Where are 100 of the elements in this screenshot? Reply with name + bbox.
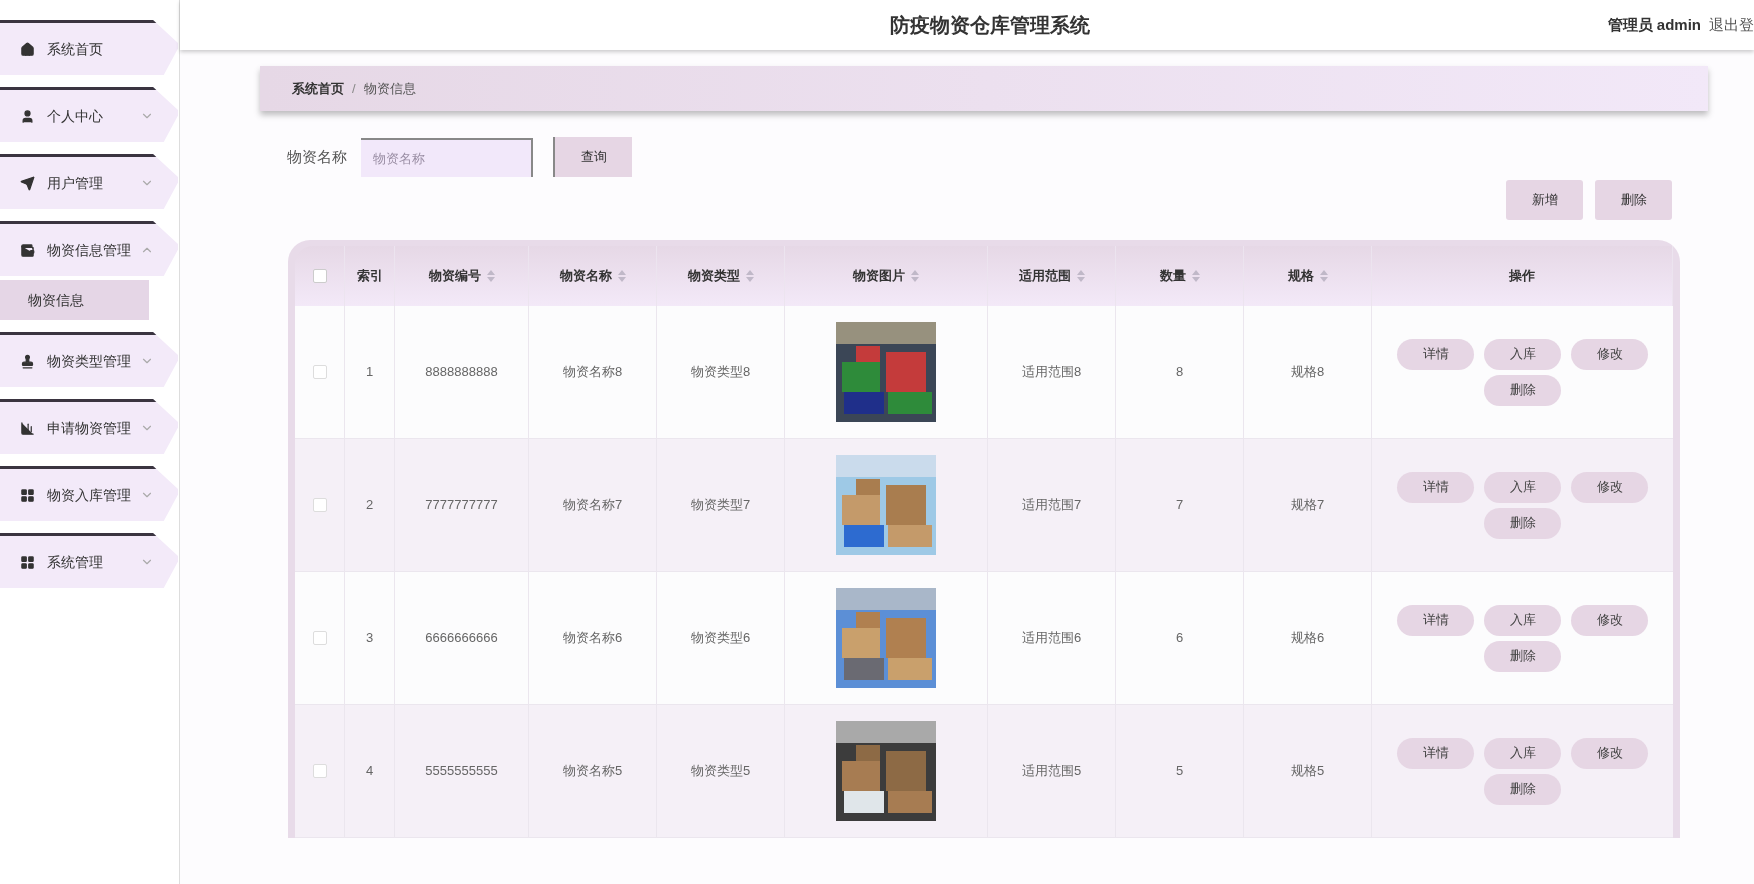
table-cell-text: 8 <box>1175 363 1184 382</box>
sidebar-item[interactable]: 系统管理 <box>0 533 178 588</box>
sidebar-item[interactable]: 个人中心 <box>0 87 178 142</box>
table-cell-text: 7777777777 <box>425 496 498 515</box>
table-cell-text: 规格5 <box>1290 762 1325 781</box>
column-header[interactable]: 物资类型 <box>687 266 754 286</box>
column-header: 索引 <box>356 267 383 286</box>
breadcrumb-item[interactable]: 物资信息 <box>363 78 416 99</box>
detail-button[interactable]: 详情 <box>1397 604 1474 636</box>
sidebar-label: 物资信息管理 <box>47 240 132 260</box>
table-cell-text: 6 <box>1175 629 1184 648</box>
wallet-icon <box>20 242 35 258</box>
table-cell-text: 物资类型5 <box>690 762 751 781</box>
column-header[interactable]: 物资图片 <box>853 266 919 286</box>
column-header[interactable]: 规格 <box>1287 266 1328 286</box>
sort-icon[interactable] <box>911 270 919 282</box>
edit-button[interactable]: 修改 <box>1571 338 1648 370</box>
app-title: 防疫物资仓库管理系统 <box>890 13 1090 38</box>
search-label: 物资名称 <box>287 146 347 167</box>
sidebar-label: 物资入库管理 <box>47 485 132 505</box>
column-header[interactable]: 物资名称 <box>559 266 626 286</box>
sidebar-label: 个人中心 <box>47 106 104 126</box>
search-field[interactable]: 物资名称 <box>361 137 533 177</box>
detail-button[interactable]: 详情 <box>1397 471 1474 503</box>
user-icon <box>20 108 35 124</box>
sidebar-item[interactable]: 申请物资管理 <box>0 399 178 454</box>
table-cell-text: 7 <box>1175 496 1184 515</box>
table-cell-text: 5 <box>1175 762 1184 781</box>
edit-button[interactable]: 修改 <box>1571 604 1648 636</box>
row-checkbox[interactable] <box>312 498 327 512</box>
sidebar-label: 物资类型管理 <box>47 351 132 371</box>
delete-button[interactable]: 删除 <box>1484 640 1561 672</box>
table-cell-text: 6666666666 <box>425 629 498 648</box>
sidebar-item[interactable]: 物资信息管理 <box>0 221 178 276</box>
column-header[interactable]: 数量 <box>1159 266 1200 286</box>
column-header[interactable]: 适用范围 <box>1018 266 1085 286</box>
table-cell-text: 5555555555 <box>425 762 498 781</box>
search-button[interactable]: 查询 <box>553 137 632 177</box>
table-cell-text: 物资类型8 <box>690 363 751 382</box>
admin-label: 管理员 admin <box>1607 14 1701 35</box>
table-cell-text: 适用范围5 <box>1021 762 1082 781</box>
delete-button[interactable]: 删除 <box>1484 507 1561 539</box>
breadcrumb-separator: / <box>352 79 356 98</box>
stock-in-button[interactable]: 入库 <box>1484 338 1561 370</box>
sidebar-item[interactable]: 用户管理 <box>0 154 178 209</box>
stamp-icon <box>20 353 35 369</box>
submenu-item[interactable]: 物资信息 <box>0 280 149 320</box>
table-cell-text: 规格8 <box>1290 363 1325 382</box>
sort-icon[interactable] <box>1319 270 1328 282</box>
sidebar-label: 系统首页 <box>47 39 104 59</box>
table-cell-text: 适用范围7 <box>1021 496 1082 515</box>
paper-plane-icon <box>20 175 35 191</box>
select-all-checkbox[interactable] <box>312 269 327 283</box>
sort-icon[interactable] <box>1076 270 1085 282</box>
row-checkbox[interactable] <box>312 631 327 645</box>
stock-in-button[interactable]: 入库 <box>1484 604 1561 636</box>
sort-icon[interactable] <box>617 270 626 282</box>
table-cell-text: 规格6 <box>1290 629 1325 648</box>
table-cell-text: 规格7 <box>1290 496 1325 515</box>
row-checkbox[interactable] <box>312 764 327 778</box>
home-icon <box>20 41 35 57</box>
table-cell-text: 8888888888 <box>425 363 498 382</box>
sidebar-label: 系统管理 <box>47 552 104 572</box>
detail-button[interactable]: 详情 <box>1397 737 1474 769</box>
table-cell-text: 1 <box>365 363 374 382</box>
grid-icon <box>20 554 35 570</box>
breadcrumb-item[interactable]: 系统首页 <box>292 78 344 99</box>
table-cell-text: 物资类型7 <box>690 496 751 515</box>
delete-button[interactable]: 删除 <box>1595 180 1672 220</box>
table-cell-text: 3 <box>365 629 374 648</box>
table-cell-text: 物资名称8 <box>562 363 623 382</box>
sort-icon[interactable] <box>745 270 754 282</box>
sort-icon[interactable] <box>486 270 495 282</box>
table-cell-text: 物资名称5 <box>562 762 623 781</box>
table-cell-text: 4 <box>365 762 374 781</box>
sidebar-item[interactable]: 物资入库管理 <box>0 466 178 521</box>
stock-in-button[interactable]: 入库 <box>1484 737 1561 769</box>
sidebar-label: 申请物资管理 <box>47 418 132 438</box>
table-cell-text: 适用范围6 <box>1021 629 1082 648</box>
edit-button[interactable]: 修改 <box>1571 471 1648 503</box>
table-cell-text: 物资名称7 <box>562 496 623 515</box>
stock-in-button[interactable]: 入库 <box>1484 471 1561 503</box>
table-cell-text: 物资类型6 <box>690 629 751 648</box>
sidebar-item[interactable]: 物资类型管理 <box>0 332 178 387</box>
grid-icon <box>20 487 35 503</box>
sidebar-item[interactable]: 系统首页 <box>0 20 178 75</box>
delete-button[interactable]: 删除 <box>1484 374 1561 406</box>
add-button[interactable]: 新增 <box>1506 180 1583 220</box>
sort-icon[interactable] <box>1191 270 1200 282</box>
column-header: 操作 <box>1509 267 1535 286</box>
delete-button[interactable]: 删除 <box>1484 773 1561 805</box>
edit-button[interactable]: 修改 <box>1571 737 1648 769</box>
table-cell-text: 2 <box>365 496 374 515</box>
detail-button[interactable]: 详情 <box>1397 338 1474 370</box>
sidebar-label: 用户管理 <box>47 173 104 193</box>
column-header[interactable]: 物资编号 <box>428 266 495 286</box>
table-cell-text: 适用范围8 <box>1021 363 1082 382</box>
table-cell-text: 物资名称6 <box>562 629 623 648</box>
row-checkbox[interactable] <box>312 365 327 379</box>
logout-link[interactable]: 退出登 <box>1709 13 1754 37</box>
